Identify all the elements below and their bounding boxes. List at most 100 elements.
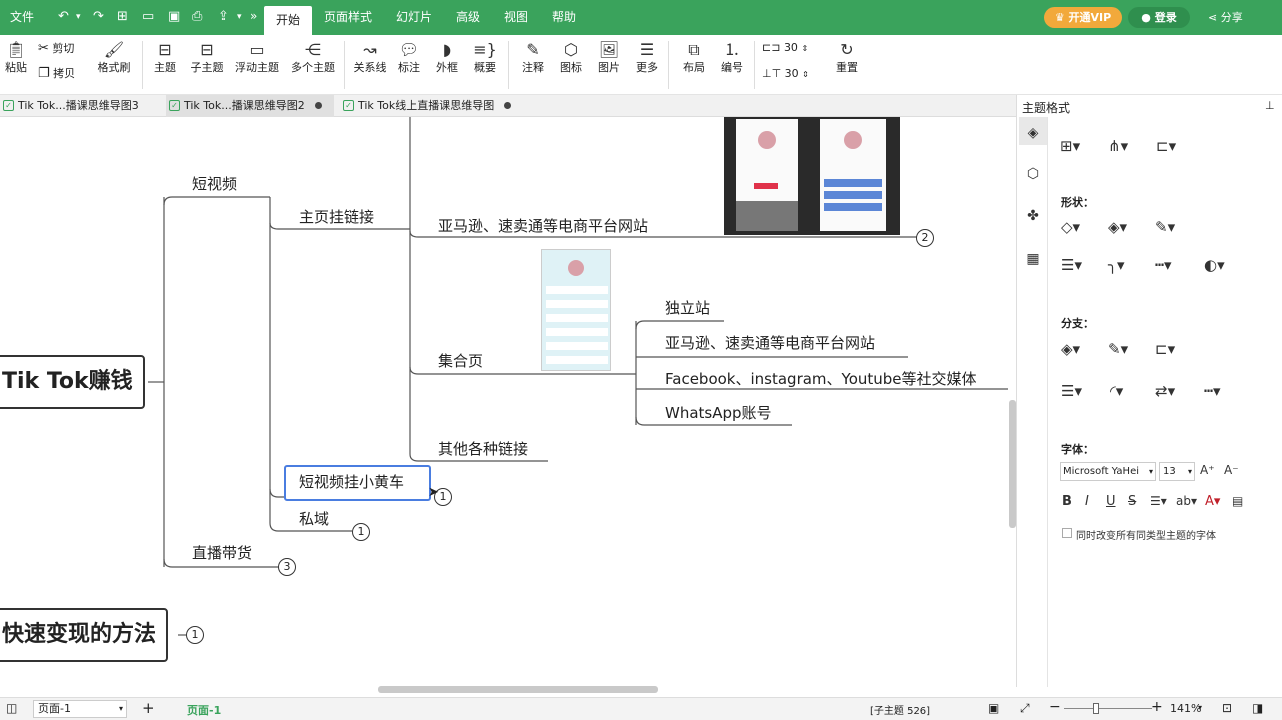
copy-button[interactable]: ❐ 拷贝 (38, 65, 88, 81)
subtopic-button[interactable]: ⊟ 子主题 (187, 39, 227, 75)
branch-color-icon[interactable]: ✎▾ (1108, 340, 1128, 358)
border-color-icon[interactable]: ✎▾ (1155, 218, 1175, 236)
fullscreen-icon[interactable]: ⤢ (1020, 701, 1030, 716)
font-family-select[interactable]: Microsoft YaHei ▾ (1060, 462, 1156, 481)
text-case-icon[interactable]: ab▾ (1176, 494, 1197, 508)
branch-arrow-icon[interactable]: ⇄▾ (1155, 382, 1175, 400)
doc-tab[interactable]: ✓ Tik Tok...播课思维导图3 (0, 95, 160, 117)
font-increase-icon[interactable]: A⁺ (1200, 463, 1215, 477)
more-button[interactable]: ☰ 更多 (632, 39, 662, 75)
border-weight-icon[interactable]: ☰▾ (1061, 256, 1082, 274)
image-button[interactable]: 🖼︎ 图片 (594, 39, 624, 75)
layout-button[interactable]: ⧉ 布局 (678, 39, 710, 75)
font-decrease-icon[interactable]: A⁻ (1224, 463, 1239, 477)
paint-bucket-icon[interactable]: ◈ (1024, 124, 1042, 142)
zoom-in-icon[interactable]: + (1151, 699, 1163, 715)
bold-icon[interactable]: B (1062, 494, 1072, 509)
corner-style-icon[interactable]: ╮▾ (1108, 256, 1125, 274)
zoom-level[interactable]: 141% (1170, 702, 1201, 715)
topic-social-media[interactable]: Facebook、instagram、Youtube等社交媒体 (665, 368, 977, 389)
fill-color-icon[interactable]: ◈▾ (1108, 218, 1127, 236)
h-spacing-value[interactable]: 30 (784, 41, 798, 54)
paste-button[interactable]: 📋︎ 粘贴 (4, 39, 28, 75)
floating-topic-button[interactable]: ▭ 浮动主题 (231, 39, 283, 75)
undo-icon[interactable]: ↶ (58, 9, 69, 24)
reset-button[interactable]: ↻ 重置 (832, 39, 862, 75)
spinner-icon[interactable]: ⇕ (802, 70, 809, 79)
clover-icon[interactable]: ✤ (1024, 207, 1042, 225)
note-button[interactable]: ✎ 注释 (518, 39, 548, 75)
branch-connector-icon[interactable]: ⊏▾ (1155, 340, 1175, 358)
new-icon[interactable]: ⊞ (117, 9, 128, 24)
text-format-icon[interactable]: ▤ (1232, 494, 1243, 508)
align-icon[interactable]: ☰▾ (1150, 494, 1167, 508)
doc-tab[interactable]: ✓ Tik Tok线上直播课思维导图 (340, 95, 520, 117)
collapse-count-badge[interactable]: 1 (352, 523, 370, 541)
summary-button[interactable]: ≡} 概要 (470, 39, 500, 75)
root-topic[interactable]: Tik Tok赚钱 (0, 355, 145, 409)
spinner-icon[interactable]: ⇕ (801, 44, 808, 53)
tab-help[interactable]: 帮助 (552, 0, 576, 35)
chevron-down-icon[interactable]: ▾ (76, 12, 81, 22)
v-spacing-value[interactable]: 30 (785, 67, 799, 80)
underline-icon[interactable]: U (1106, 494, 1116, 509)
other-root-topic[interactable]: 快速变现的方法 (0, 608, 169, 662)
multi-topic-button[interactable]: ⋲ 多个主题 (287, 39, 339, 75)
login-button[interactable]: ● 登录 (1128, 7, 1190, 28)
page-select[interactable]: 页面-1 ▾ (33, 700, 127, 718)
mindmap-canvas[interactable]: Tik Tok赚钱 快速变现的方法 1 短视频 主页挂链接 亚马逊、速卖通等电商… (0, 117, 1016, 687)
italic-icon[interactable]: I (1085, 494, 1089, 509)
topic-amazon-2[interactable]: 亚马逊、速卖通等电商平台网站 (665, 332, 875, 353)
shape-select-icon[interactable]: ◇▾ (1061, 218, 1080, 236)
collection-page-image[interactable] (541, 249, 611, 371)
topic-other-links[interactable]: 其他各种链接 (438, 438, 528, 459)
topic-private-domain[interactable]: 私域 (299, 508, 329, 529)
open-folder-icon[interactable]: ▭ (142, 9, 154, 24)
save-icon[interactable]: ▣ (168, 9, 180, 24)
calendar-icon[interactable]: ▦ (1024, 250, 1042, 268)
tree-structure-icon[interactable]: ⋔▾ (1108, 137, 1128, 155)
print-icon[interactable]: ⎙ (192, 9, 202, 24)
chevron-down-icon[interactable]: ▾ (237, 12, 242, 22)
tab-view[interactable]: 视图 (504, 0, 528, 35)
outline-view-icon[interactable]: ▣ (988, 701, 999, 715)
cut-button[interactable]: ✂ 剪切 (38, 40, 88, 56)
icon-button[interactable]: ⬡ 图标 (556, 39, 586, 75)
tab-slides[interactable]: 幻灯片 (396, 0, 432, 35)
horizontal-spacing[interactable]: ⊏⊐ 30 ⇕ (762, 41, 822, 54)
branch-curve-icon[interactable]: ◜▾ (1110, 382, 1123, 400)
fit-page-icon[interactable]: ⊡ (1222, 701, 1232, 715)
topic-short-video[interactable]: 短视频 (192, 173, 237, 194)
vip-button[interactable]: ♛ 开通VIP (1044, 7, 1122, 28)
zoom-slider[interactable] (1064, 708, 1152, 709)
share-button[interactable]: ⋖ 分享 (1208, 9, 1243, 25)
zoom-slider-thumb[interactable] (1093, 703, 1099, 714)
page-tab-active[interactable]: 页面-1 (187, 702, 221, 718)
export-icon[interactable]: ⇪ (218, 9, 229, 24)
change-all-checkbox[interactable] (1062, 528, 1072, 538)
more-quick-icon[interactable]: » (250, 9, 257, 23)
branch-weight-icon[interactable]: ☰▾ (1061, 382, 1082, 400)
format-painter-button[interactable]: 🖌︎ 格式刷 (94, 39, 134, 75)
collapse-count-badge[interactable]: 2 (916, 229, 934, 247)
zoom-out-icon[interactable]: − (1049, 699, 1061, 715)
branch-fill-icon[interactable]: ◈▾ (1061, 340, 1080, 358)
branch-dash-icon[interactable]: ┅▾ (1204, 382, 1221, 400)
dash-style-icon[interactable]: ┅▾ (1155, 256, 1172, 274)
chevron-down-icon[interactable]: ▾ (1198, 703, 1202, 712)
menu-file[interactable]: 文件 (10, 0, 34, 35)
topic-whatsapp[interactable]: WhatsApp账号 (665, 402, 772, 423)
collapse-count-badge[interactable]: 1 (186, 626, 204, 644)
boundary-button[interactable]: ◗ 外框 (432, 39, 462, 75)
add-page-icon[interactable]: + (142, 699, 155, 717)
phone-screenshots-image[interactable] (724, 117, 900, 235)
tab-advanced[interactable]: 高级 (456, 0, 480, 35)
topic-button[interactable]: ⊟ 主题 (150, 39, 180, 75)
vertical-spacing[interactable]: ⊥⊤ 30 ⇕ (762, 67, 822, 80)
topic-collection-page[interactable]: 集合页 (438, 350, 483, 371)
topic-standalone[interactable]: 独立站 (665, 297, 710, 318)
callout-button[interactable]: 💬︎ 标注 (394, 39, 424, 75)
topic-amazon[interactable]: 亚马逊、速卖通等电商平台网站 (438, 215, 648, 236)
panel-toggle-icon[interactable]: ◨ (1252, 701, 1263, 715)
numbering-button[interactable]: ⒈ 编号 (716, 39, 748, 75)
